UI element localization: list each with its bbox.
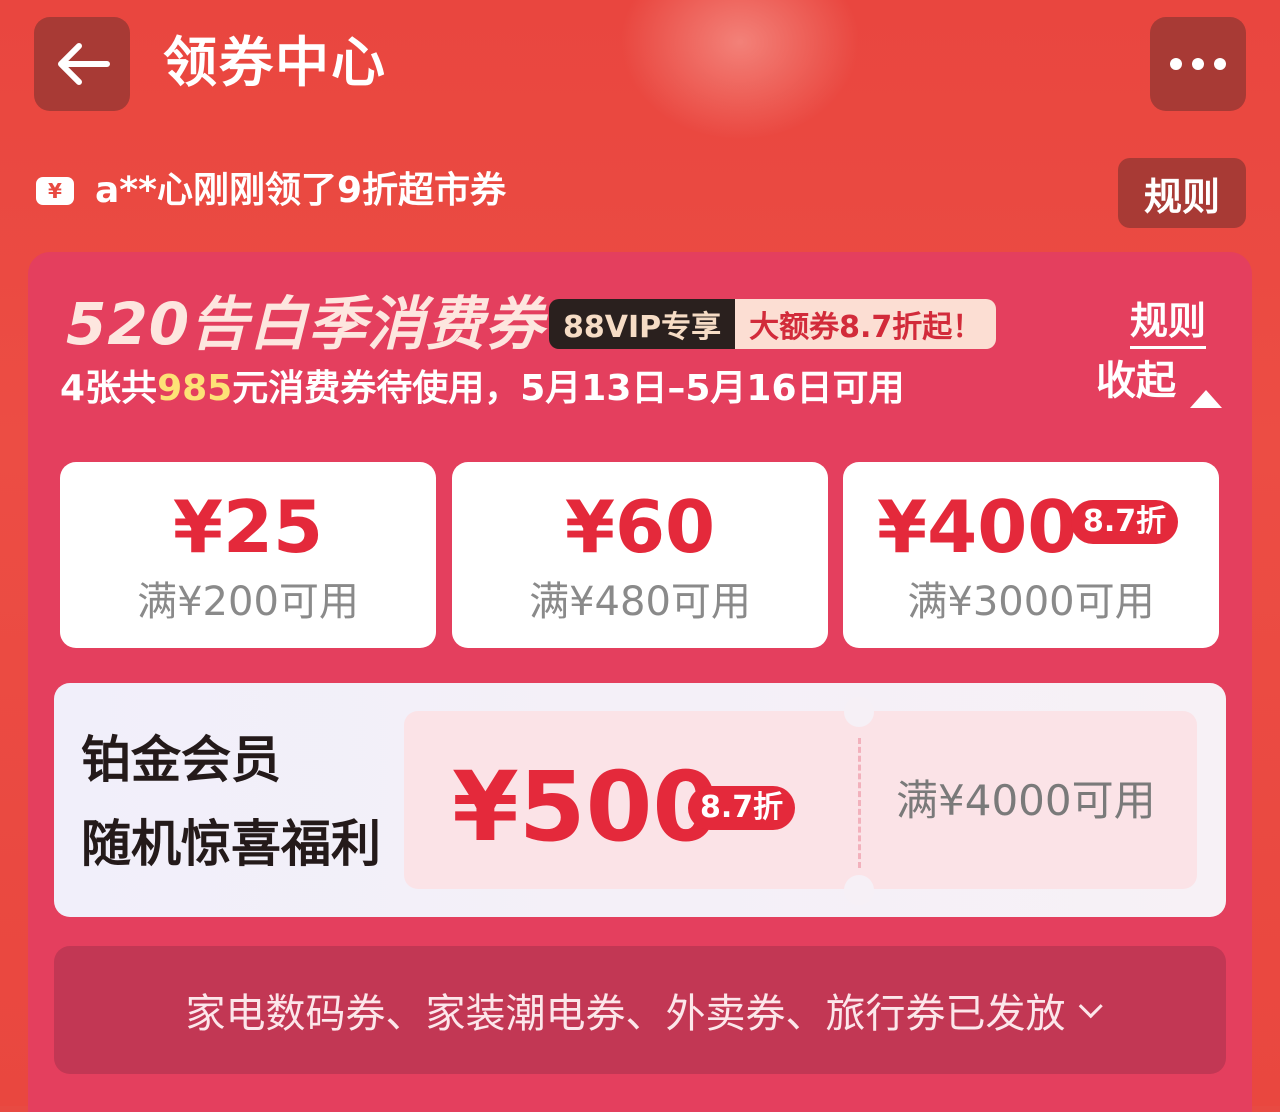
more-button[interactable] — [1150, 17, 1246, 111]
vip-badge: 88VIP专享 大额券8.7折起！ — [549, 299, 997, 349]
platinum-discount-badge: 8.7折 — [688, 786, 796, 830]
page-title: 领券中心 — [163, 31, 387, 94]
coupon-condition: 满¥200可用 — [137, 579, 359, 625]
back-button[interactable] — [34, 17, 130, 111]
subtitle-suffix: 元消费券待使用，5月13日–5月16日可用 — [232, 368, 905, 409]
discount-badge: 8.7折 — [1071, 500, 1179, 544]
more-icon — [1170, 58, 1182, 70]
ticket-notch — [844, 697, 874, 727]
more-icon-dot — [1214, 58, 1226, 70]
header-decoration — [620, 0, 860, 140]
coupon-card[interactable]: ¥60 满¥480可用 — [452, 462, 828, 648]
platinum-condition: 满¥4000可用 — [896, 776, 1156, 825]
collapse-button[interactable]: 收起 — [1096, 356, 1176, 406]
more-icon-dot — [1192, 58, 1204, 70]
subtitle-amount: 985 — [157, 368, 233, 409]
arrow-left-icon — [58, 43, 110, 85]
coupon-card[interactable]: ¥400 8.7折 满¥3000可用 — [843, 462, 1219, 648]
promo-rules-link[interactable]: 规则 — [1130, 298, 1207, 349]
platinum-subtitle: 随机惊喜福利 — [81, 815, 381, 873]
coupon-condition: 满¥3000可用 — [907, 579, 1155, 625]
coupon-amount: ¥60 — [564, 485, 716, 569]
chevron-down-icon — [1078, 993, 1103, 1018]
platinum-amount: ¥500 — [452, 751, 720, 863]
promo-subtitle: 4张共985元消费券待使用，5月13日–5月16日可用 — [60, 364, 905, 414]
ticket-divider — [858, 738, 861, 868]
vip-tag: 大额券8.7折起！ — [735, 299, 997, 349]
more-coupons-bar[interactable]: 家电数码券、家装潮电券、外卖券、旅行券已发放 — [54, 946, 1226, 1074]
coupon-condition: 满¥480可用 — [529, 579, 751, 625]
claim-ticker-text: a**心刚刚领了9折超市券 — [95, 170, 506, 211]
coupon-ticket-icon: ¥ — [36, 177, 74, 205]
more-coupons-text: 家电数码券、家装潮电券、外卖券、旅行券已发放 — [185, 991, 1066, 1037]
coupon-card[interactable]: ¥25 满¥200可用 — [60, 462, 436, 648]
ticket-notch — [844, 875, 874, 905]
promo-title: 520告白季消费券 — [66, 290, 545, 358]
vip-label: 88VIP专享 — [549, 299, 736, 349]
platinum-title: 铂金会员 — [81, 731, 281, 789]
rules-button[interactable]: 规则 — [1118, 158, 1246, 228]
coupon-amount: ¥400 — [877, 485, 1078, 569]
coupon-amount: ¥25 — [172, 485, 324, 569]
caret-up-icon[interactable] — [1190, 390, 1222, 408]
subtitle-prefix: 4张共 — [60, 368, 158, 409]
